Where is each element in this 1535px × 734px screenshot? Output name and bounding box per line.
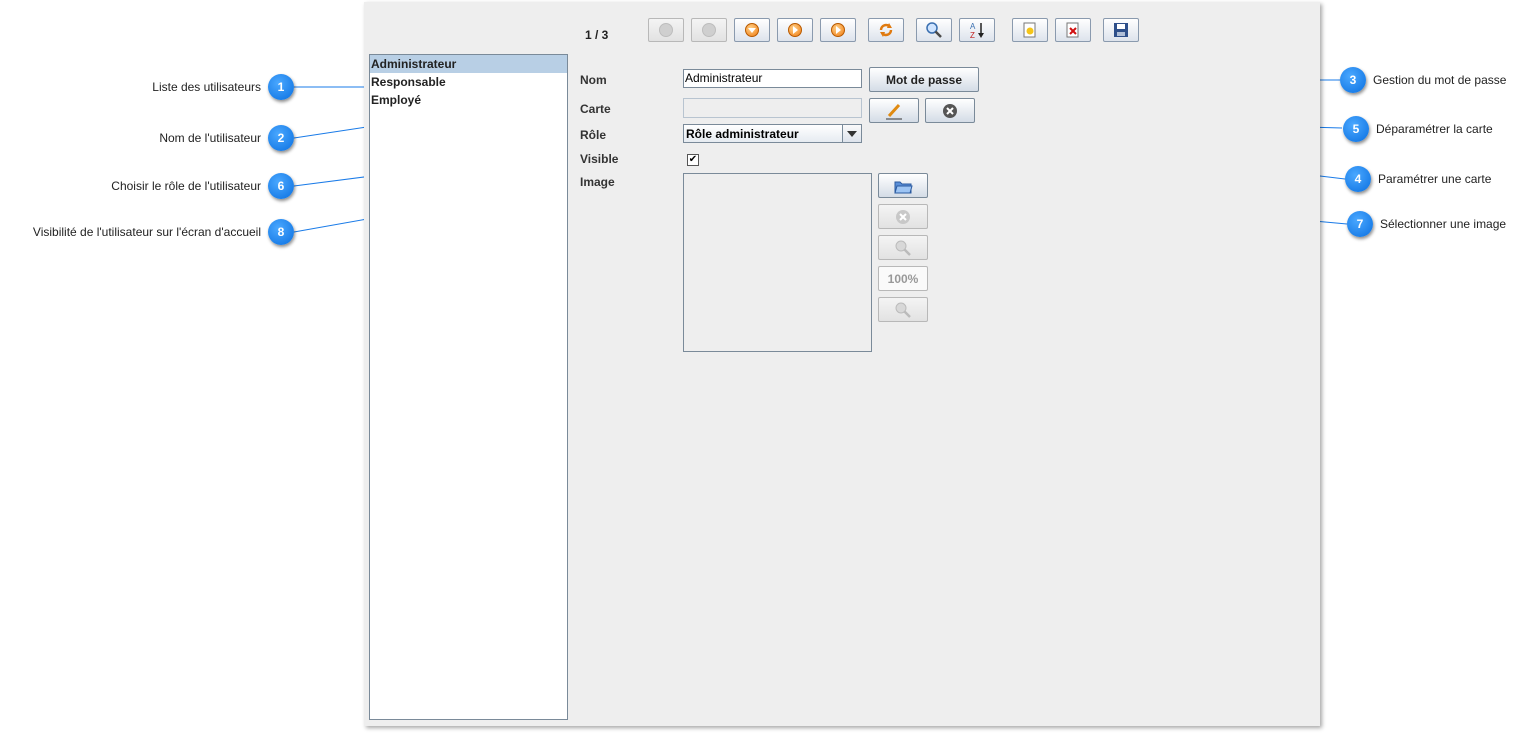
unset-card-button[interactable] [925, 98, 975, 123]
visible-checkbox[interactable]: ✔ [687, 154, 699, 166]
last-record-button[interactable] [820, 18, 856, 42]
password-button[interactable]: Mot de passe [869, 67, 979, 92]
annotation-7-text: Sélectionner une image [1380, 217, 1507, 231]
play-icon [788, 23, 802, 37]
open-folder-icon [894, 181, 913, 193]
annotation-3-text: Gestion du mot de passe [1373, 73, 1507, 87]
role-select[interactable]: Rôle administrateur [683, 124, 862, 143]
last-icon [831, 23, 845, 37]
list-item[interactable]: Employé [370, 91, 567, 109]
close-icon [896, 209, 910, 224]
next-record-button[interactable] [734, 18, 770, 42]
refresh-icon [879, 23, 893, 37]
callout-badge-7: 7 [1347, 211, 1373, 237]
save-icon [1114, 23, 1128, 37]
list-item[interactable]: Administrateur [370, 55, 567, 73]
callout-badge-3: 3 [1340, 67, 1366, 93]
annotation-5-text: Déparamétrer la carte [1376, 122, 1493, 136]
role-label: Rôle [580, 128, 607, 142]
zoom-in-icon [895, 240, 911, 256]
save-button[interactable] [1103, 18, 1139, 42]
annotation-2-text: Nom de l'utilisateur [159, 131, 261, 145]
callout-badge-6: 6 [268, 173, 294, 199]
image-preview [683, 173, 872, 352]
chevron-down-icon [745, 23, 759, 37]
list-item[interactable]: Responsable [370, 73, 567, 91]
carte-label: Carte [580, 102, 611, 116]
callout-badge-5: 5 [1343, 116, 1369, 142]
new-record-button[interactable] [1012, 18, 1048, 42]
close-icon [943, 103, 957, 118]
svg-text:Z: Z [970, 31, 975, 40]
zoom-out-icon [895, 302, 911, 318]
callout-badge-1: 1 [268, 74, 294, 100]
callout-badge-2: 2 [268, 125, 294, 151]
select-image-button[interactable] [878, 173, 928, 198]
zoom-in-button[interactable] [878, 235, 928, 260]
delete-document-icon [1066, 22, 1079, 38]
pencil-icon [886, 103, 902, 119]
zoom-out-button[interactable] [878, 297, 928, 322]
delete-record-button[interactable] [1055, 18, 1091, 42]
sort-button[interactable]: A Z [959, 18, 995, 42]
carte-field [683, 98, 862, 118]
nom-label: Nom [580, 73, 607, 87]
annotation-4-text: Paramétrer une carte [1378, 172, 1492, 186]
callout-badge-4: 4 [1345, 166, 1371, 192]
zoom-level-button[interactable]: 100% [878, 266, 928, 291]
annotation-6-text: Choisir le rôle de l'utilisateur [111, 179, 261, 193]
new-document-icon [1023, 22, 1036, 38]
refresh-button[interactable] [868, 18, 904, 42]
search-icon [926, 22, 942, 38]
first-record-button[interactable] [648, 18, 684, 42]
previous-record-button[interactable] [691, 18, 727, 42]
svg-text:A: A [970, 22, 976, 31]
sort-az-icon: A Z [970, 22, 984, 40]
image-label: Image [580, 175, 615, 189]
user-list[interactable]: Administrateur Responsable Employé [369, 54, 568, 720]
callout-badge-8: 8 [268, 219, 294, 245]
search-button[interactable] [916, 18, 952, 42]
annotation-1-text: Liste des utilisateurs [152, 80, 261, 94]
set-card-button[interactable] [869, 98, 919, 123]
role-select-value: Rôle administrateur [686, 127, 799, 141]
chevron-down-icon[interactable] [842, 125, 861, 142]
play-button[interactable] [777, 18, 813, 42]
annotation-8-text: Visibilité de l'utilisateur sur l'écran … [32, 225, 261, 239]
remove-image-button[interactable] [878, 204, 928, 229]
previous-icon [702, 23, 716, 37]
record-counter: 1 / 3 [585, 28, 609, 42]
first-icon [659, 23, 673, 37]
nom-input[interactable]: Administrateur [683, 69, 862, 88]
visible-label: Visible [580, 152, 619, 166]
